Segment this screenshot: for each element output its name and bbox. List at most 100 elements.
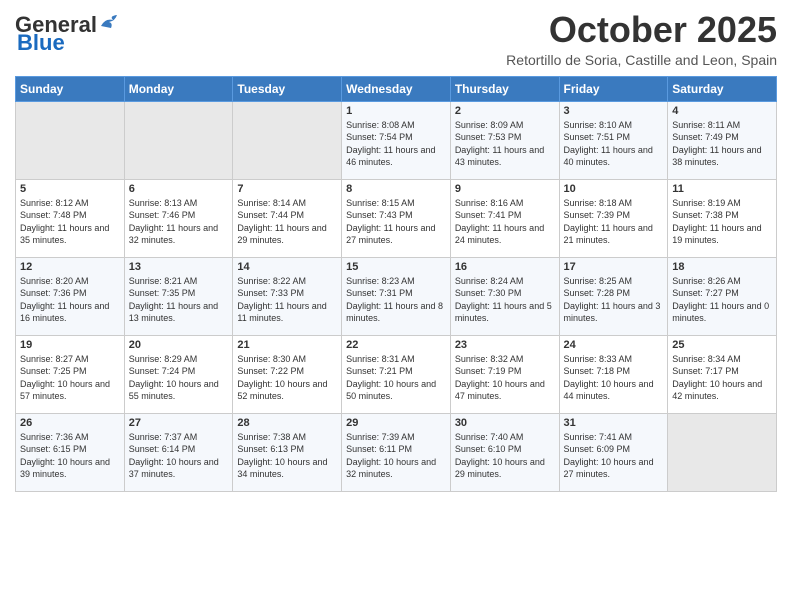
day-info: Sunrise: 8:24 AM Sunset: 7:30 PM Dayligh… [455,275,555,325]
day-info: Sunrise: 8:34 AM Sunset: 7:17 PM Dayligh… [672,353,772,403]
title-block: October 2025 Retortillo de Soria, Castil… [506,10,777,68]
day-info: Sunrise: 8:20 AM Sunset: 7:36 PM Dayligh… [20,275,120,325]
day-number: 2 [455,105,555,117]
logo-blue-text: Blue [17,32,65,54]
day-info: Sunrise: 7:38 AM Sunset: 6:13 PM Dayligh… [237,431,337,481]
day-number: 12 [20,261,120,273]
calendar-cell [16,101,125,179]
calendar-cell: 21 Sunrise: 8:30 AM Sunset: 7:22 PM Dayli… [233,335,342,413]
calendar-page: General Blue October 2025 Retortillo de … [0,0,792,612]
calendar-cell: 11 Sunrise: 8:19 AM Sunset: 7:38 PM Dayli… [668,179,777,257]
subtitle: Retortillo de Soria, Castille and Leon, … [506,52,777,68]
calendar-cell: 20 Sunrise: 8:29 AM Sunset: 7:24 PM Dayli… [124,335,233,413]
calendar-cell: 6 Sunrise: 8:13 AM Sunset: 7:46 PM Daylig… [124,179,233,257]
day-info: Sunrise: 8:30 AM Sunset: 7:22 PM Dayligh… [237,353,337,403]
day-number: 9 [455,183,555,195]
calendar-cell: 4 Sunrise: 8:11 AM Sunset: 7:49 PM Daylig… [668,101,777,179]
day-number: 29 [346,417,446,429]
weekday-header-saturday: Saturday [668,76,777,101]
day-number: 20 [129,339,229,351]
calendar-cell: 14 Sunrise: 8:22 AM Sunset: 7:33 PM Dayli… [233,257,342,335]
weekday-header-friday: Friday [559,76,668,101]
day-info: Sunrise: 8:08 AM Sunset: 7:54 PM Dayligh… [346,119,446,169]
day-number: 1 [346,105,446,117]
day-number: 4 [672,105,772,117]
day-info: Sunrise: 7:40 AM Sunset: 6:10 PM Dayligh… [455,431,555,481]
day-number: 23 [455,339,555,351]
day-info: Sunrise: 8:13 AM Sunset: 7:46 PM Dayligh… [129,197,229,247]
day-number: 31 [564,417,664,429]
day-info: Sunrise: 7:36 AM Sunset: 6:15 PM Dayligh… [20,431,120,481]
day-number: 13 [129,261,229,273]
day-info: Sunrise: 8:27 AM Sunset: 7:25 PM Dayligh… [20,353,120,403]
day-info: Sunrise: 8:22 AM Sunset: 7:33 PM Dayligh… [237,275,337,325]
day-number: 14 [237,261,337,273]
day-number: 3 [564,105,664,117]
weekday-header-monday: Monday [124,76,233,101]
day-info: Sunrise: 8:33 AM Sunset: 7:18 PM Dayligh… [564,353,664,403]
calendar-table: SundayMondayTuesdayWednesdayThursdayFrid… [15,76,777,492]
day-info: Sunrise: 8:25 AM Sunset: 7:28 PM Dayligh… [564,275,664,325]
calendar-cell: 31Sunrise: 7:41 AM Sunset: 6:09 PM Dayli… [559,413,668,491]
day-info: Sunrise: 8:19 AM Sunset: 7:38 PM Dayligh… [672,197,772,247]
week-row-5: 26Sunrise: 7:36 AM Sunset: 6:15 PM Dayli… [16,413,777,491]
day-info: Sunrise: 8:32 AM Sunset: 7:19 PM Dayligh… [455,353,555,403]
calendar-cell: 7Sunrise: 8:14 AM Sunset: 7:44 PM Daylig… [233,179,342,257]
week-row-4: 19Sunrise: 8:27 AM Sunset: 7:25 PM Dayli… [16,335,777,413]
day-number: 15 [346,261,446,273]
weekday-header-sunday: Sunday [16,76,125,101]
week-row-2: 5 Sunrise: 8:12 AM Sunset: 7:48 PM Daylig… [16,179,777,257]
calendar-cell: 12 Sunrise: 8:20 AM Sunset: 7:36 PM Dayli… [16,257,125,335]
day-number: 6 [129,183,229,195]
calendar-cell: 16 Sunrise: 8:24 AM Sunset: 7:30 PM Dayli… [450,257,559,335]
day-number: 28 [237,417,337,429]
weekday-header-wednesday: Wednesday [342,76,451,101]
calendar-cell: 13Sunrise: 8:21 AM Sunset: 7:35 PM Dayli… [124,257,233,335]
week-row-3: 12 Sunrise: 8:20 AM Sunset: 7:36 PM Dayli… [16,257,777,335]
calendar-cell: 10 Sunrise: 8:18 AM Sunset: 7:39 PM Dayli… [559,179,668,257]
day-number: 16 [455,261,555,273]
day-info: Sunrise: 8:16 AM Sunset: 7:41 PM Dayligh… [455,197,555,247]
week-row-1: 1 Sunrise: 8:08 AM Sunset: 7:54 PM Daylig… [16,101,777,179]
calendar-cell: 18Sunrise: 8:26 AM Sunset: 7:27 PM Dayli… [668,257,777,335]
day-number: 18 [672,261,772,273]
day-number: 5 [20,183,120,195]
calendar-cell: 3 Sunrise: 8:10 AM Sunset: 7:51 PM Daylig… [559,101,668,179]
day-info: Sunrise: 8:31 AM Sunset: 7:21 PM Dayligh… [346,353,446,403]
calendar-cell: 30Sunrise: 7:40 AM Sunset: 6:10 PM Dayli… [450,413,559,491]
day-number: 21 [237,339,337,351]
day-number: 8 [346,183,446,195]
calendar-cell: 24 Sunrise: 8:33 AM Sunset: 7:18 PM Dayli… [559,335,668,413]
calendar-cell: 17 Sunrise: 8:25 AM Sunset: 7:28 PM Dayli… [559,257,668,335]
logo: General Blue [15,14,121,54]
day-info: Sunrise: 8:10 AM Sunset: 7:51 PM Dayligh… [564,119,664,169]
day-info: Sunrise: 8:15 AM Sunset: 7:43 PM Dayligh… [346,197,446,247]
calendar-cell: 22 Sunrise: 8:31 AM Sunset: 7:21 PM Dayli… [342,335,451,413]
calendar-cell [233,101,342,179]
day-info: Sunrise: 8:18 AM Sunset: 7:39 PM Dayligh… [564,197,664,247]
day-info: Sunrise: 8:23 AM Sunset: 7:31 PM Dayligh… [346,275,446,325]
day-number: 11 [672,183,772,195]
calendar-cell: 5 Sunrise: 8:12 AM Sunset: 7:48 PM Daylig… [16,179,125,257]
calendar-cell: 15 Sunrise: 8:23 AM Sunset: 7:31 PM Dayli… [342,257,451,335]
month-title: October 2025 [506,10,777,50]
calendar-cell: 29Sunrise: 7:39 AM Sunset: 6:11 PM Dayli… [342,413,451,491]
day-number: 17 [564,261,664,273]
logo-bird-icon [99,14,121,32]
day-number: 24 [564,339,664,351]
day-number: 25 [672,339,772,351]
day-info: Sunrise: 8:12 AM Sunset: 7:48 PM Dayligh… [20,197,120,247]
day-info: Sunrise: 8:11 AM Sunset: 7:49 PM Dayligh… [672,119,772,169]
day-info: Sunrise: 8:09 AM Sunset: 7:53 PM Dayligh… [455,119,555,169]
weekday-header-tuesday: Tuesday [233,76,342,101]
calendar-cell: 27 Sunrise: 7:37 AM Sunset: 6:14 PM Dayli… [124,413,233,491]
day-number: 10 [564,183,664,195]
weekday-header-thursday: Thursday [450,76,559,101]
day-number: 7 [237,183,337,195]
day-info: Sunrise: 8:29 AM Sunset: 7:24 PM Dayligh… [129,353,229,403]
day-number: 27 [129,417,229,429]
day-number: 22 [346,339,446,351]
calendar-cell: 26Sunrise: 7:36 AM Sunset: 6:15 PM Dayli… [16,413,125,491]
day-info: Sunrise: 7:37 AM Sunset: 6:14 PM Dayligh… [129,431,229,481]
calendar-cell: 9 Sunrise: 8:16 AM Sunset: 7:41 PM Daylig… [450,179,559,257]
